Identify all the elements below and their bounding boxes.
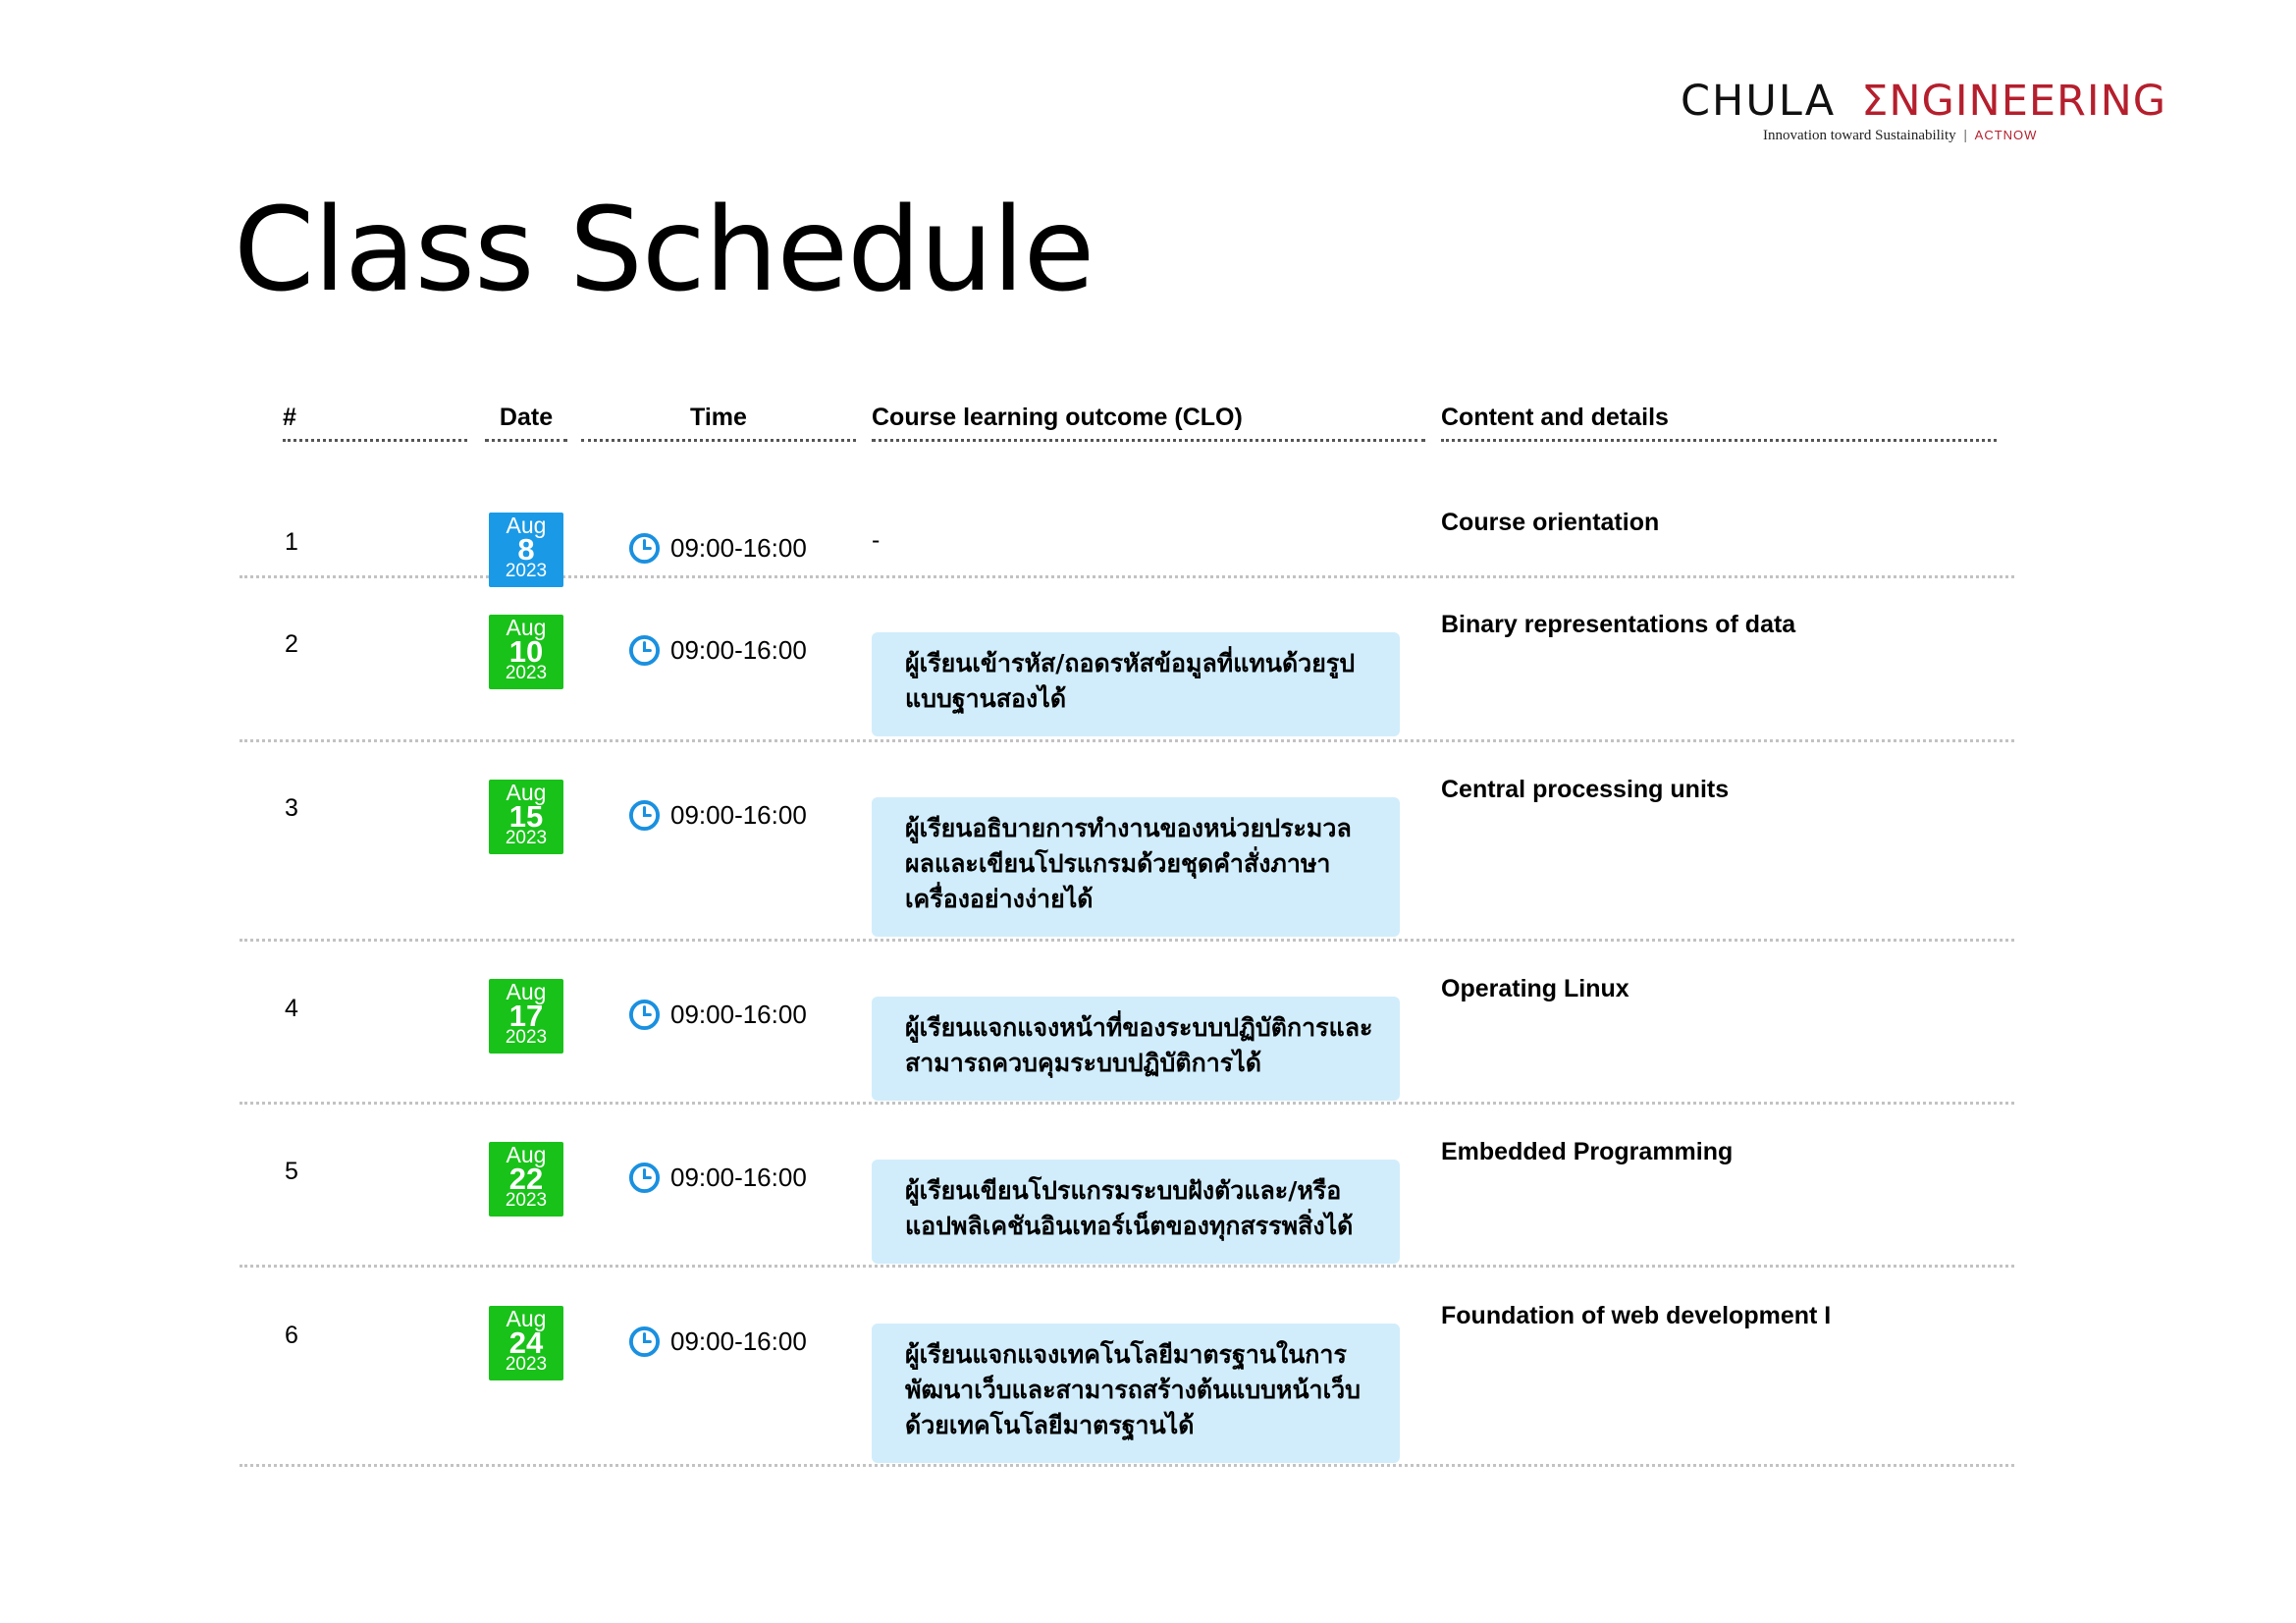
- row-number: 2: [285, 630, 298, 658]
- clock-icon: [628, 532, 661, 565]
- calendar-day: 24: [508, 1325, 544, 1360]
- calendar-icon: Aug 24 2023: [489, 1306, 563, 1380]
- time-text: 09:00-16:00: [670, 800, 807, 830]
- time-text: 09:00-16:00: [670, 1163, 807, 1192]
- clock-icon: [628, 634, 661, 667]
- time-cell: 09:00-16:00: [628, 1162, 807, 1194]
- content-title: Course orientation: [1441, 509, 1660, 536]
- calendar-icon: Aug 10 2023: [489, 615, 563, 689]
- clo-box: ผู้เรียนเข้ารหัส/ถอดรหัสข้อมูลที่แทนด้วย…: [872, 632, 1400, 736]
- table-row: 1 Aug 8 2023 09:00-16:00 - Course orientation: [240, 446, 2014, 587]
- table-body: 1 Aug 8 2023 09:00-16:00 - Course orientation 2…: [240, 446, 2014, 1467]
- content-title: Foundation of web development I: [1441, 1302, 1832, 1329]
- time-text: 09:00-16:00: [670, 533, 807, 563]
- clo-box: ผู้เรียนแจกแจงเทคโนโลยีมาตรฐานในการพัฒนา…: [872, 1324, 1400, 1463]
- calendar-day: 8: [517, 532, 535, 567]
- calendar-year: 2023: [505, 663, 548, 683]
- logo-engineering-text: ΣNGINEERING: [1861, 77, 2167, 126]
- schedule-table: # Date Time Course learning outcome (CLO…: [240, 403, 2014, 1467]
- clock-icon: [628, 1162, 661, 1194]
- calendar-year: 2023: [505, 1190, 548, 1211]
- logo-tagline-text: Innovation toward Sustainability: [1763, 128, 1956, 143]
- clock-icon: [628, 999, 661, 1031]
- logo-chula-text: CHULA: [1681, 77, 1837, 126]
- table-header: # Date Time Course learning outcome (CLO…: [240, 403, 2014, 446]
- content-title: Operating Linux: [1441, 975, 1629, 1002]
- calendar-year: 2023: [505, 1027, 548, 1048]
- table-row: 3 Aug 15 2023 09:00-16:00 ผู้เรียนอธิบายการทำ…: [240, 742, 2014, 942]
- content-title: Embedded Programming: [1441, 1138, 1734, 1165]
- calendar-year: 2023: [505, 1354, 548, 1375]
- calendar-icon: Aug 8 2023: [489, 513, 563, 587]
- time-text: 09:00-16:00: [670, 635, 807, 665]
- clo-empty: -: [872, 526, 881, 554]
- header-clo: Course learning outcome (CLO): [872, 403, 1425, 442]
- time-text: 09:00-16:00: [670, 1000, 807, 1029]
- time-cell: 09:00-16:00: [628, 532, 807, 565]
- header-content: Content and details: [1441, 403, 1997, 442]
- table-row: 6 Aug 24 2023 09:00-16:00 ผู้เรียนแจกแจงเทคโน…: [240, 1268, 2014, 1467]
- chula-engineering-logo: CHULA ΣNGINEERING Innovation toward Sust…: [1681, 77, 2165, 145]
- clock-icon: [628, 1325, 661, 1358]
- calendar-day: 10: [508, 634, 544, 669]
- time-cell: 09:00-16:00: [628, 999, 807, 1031]
- clo-box: ผู้เรียนเขียนโปรแกรมระบบฝังตัวและ/หรือแอ…: [872, 1160, 1400, 1264]
- content-title: Central processing units: [1441, 776, 1730, 803]
- header-number: #: [283, 403, 467, 442]
- time-text: 09:00-16:00: [670, 1326, 807, 1356]
- calendar-day: 17: [508, 999, 544, 1033]
- row-number: 3: [285, 794, 298, 822]
- table-row: 4 Aug 17 2023 09:00-16:00 ผู้เรียนแจกแจงหน้าท…: [240, 942, 2014, 1105]
- row-number: 5: [285, 1158, 298, 1185]
- time-cell: 09:00-16:00: [628, 634, 807, 667]
- table-row: 2 Aug 10 2023 09:00-16:00 ผู้เรียนเข้ารหัส/ถอ…: [240, 578, 2014, 742]
- logo-tagline: Innovation toward Sustainability | ACTNOW: [1763, 128, 2142, 144]
- logo-separator: |: [1963, 128, 1967, 143]
- calendar-icon: Aug 22 2023: [489, 1142, 563, 1217]
- calendar-day: 15: [508, 799, 544, 834]
- row-number: 6: [285, 1322, 298, 1349]
- calendar-icon: Aug 15 2023: [489, 780, 563, 854]
- page-title: Class Schedule: [234, 182, 1095, 317]
- header-date: Date: [485, 403, 567, 442]
- header-time: Time: [581, 403, 856, 442]
- row-number: 1: [285, 528, 298, 556]
- content-title: Binary representations of data: [1441, 611, 1796, 638]
- time-cell: 09:00-16:00: [628, 1325, 807, 1358]
- time-cell: 09:00-16:00: [628, 799, 807, 832]
- calendar-day: 22: [508, 1162, 544, 1196]
- clo-box: ผู้เรียนแจกแจงหน้าที่ของระบบปฏิบัติการแล…: [872, 997, 1400, 1101]
- clock-icon: [628, 799, 661, 832]
- calendar-icon: Aug 17 2023: [489, 979, 563, 1054]
- clo-box: ผู้เรียนอธิบายการทำงานของหน่วยประมวลผลแล…: [872, 797, 1400, 937]
- row-number: 4: [285, 995, 298, 1022]
- logo-actnow-text: ACTNOW: [1974, 128, 2038, 142]
- table-row: 5 Aug 22 2023 09:00-16:00 ผู้เรียนเขียนโปรแกร…: [240, 1105, 2014, 1268]
- calendar-year: 2023: [505, 828, 548, 848]
